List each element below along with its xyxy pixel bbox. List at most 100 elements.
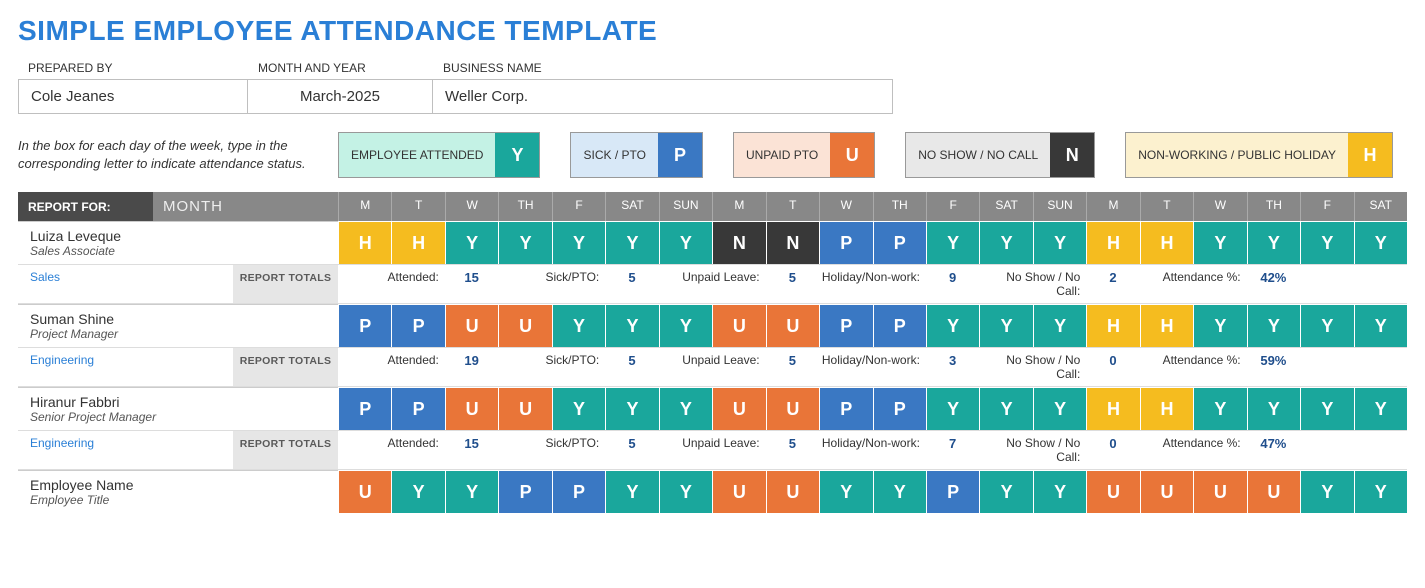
attendance-cell[interactable]: U (712, 387, 765, 430)
attendance-cell[interactable]: Y (552, 304, 605, 347)
total-value-attended: 15 (445, 430, 498, 470)
attendance-cell[interactable]: P (338, 387, 391, 430)
attendance-cell[interactable]: P (819, 304, 872, 347)
attendance-cell[interactable]: Y (1193, 387, 1246, 430)
attendance-cell[interactable]: Y (1033, 221, 1086, 264)
attendance-cell[interactable]: Y (1033, 470, 1086, 513)
attendance-cell[interactable]: H (338, 221, 391, 264)
attendance-cell[interactable]: H (1086, 221, 1139, 264)
attendance-cell[interactable]: N (766, 221, 819, 264)
month-year-label: MONTH AND YEAR (248, 59, 433, 79)
blank-cell (1354, 430, 1407, 470)
attendance-cell[interactable]: H (1140, 304, 1193, 347)
attendance-cell[interactable]: H (1140, 221, 1193, 264)
attendance-cell[interactable]: U (445, 304, 498, 347)
attendance-cell[interactable]: U (1140, 470, 1193, 513)
attendance-cell[interactable]: Y (552, 221, 605, 264)
attendance-cell[interactable]: Y (926, 304, 979, 347)
attendance-cell[interactable]: Y (1300, 304, 1353, 347)
attendance-cell[interactable]: Y (926, 221, 979, 264)
attendance-cell[interactable]: Y (1300, 221, 1353, 264)
month-year-value[interactable]: March-2025 (248, 79, 433, 114)
attendance-cell[interactable]: Y (552, 387, 605, 430)
attendance-cell[interactable]: Y (659, 387, 712, 430)
attendance-cell[interactable]: P (819, 221, 872, 264)
attendance-cell[interactable]: Y (605, 470, 658, 513)
attendance-cell[interactable]: Y (1247, 387, 1300, 430)
attendance-cell[interactable]: P (819, 387, 872, 430)
attendance-cell[interactable]: U (766, 387, 819, 430)
legend-item-N: NO SHOW / NO CALLN (905, 132, 1095, 178)
total-label-unpaid: Unpaid Leave: (659, 264, 766, 304)
attendance-cell[interactable]: Y (1354, 304, 1407, 347)
attendance-cell[interactable]: Y (605, 387, 658, 430)
attendance-cell[interactable]: Y (979, 387, 1032, 430)
attendance-cell[interactable]: Y (1193, 304, 1246, 347)
attendance-cell[interactable]: U (1193, 470, 1246, 513)
blank-cell (1354, 264, 1407, 304)
attendance-cell[interactable]: Y (1193, 221, 1246, 264)
legend-swatch: P (658, 133, 702, 177)
employee-department: Engineering (18, 430, 233, 470)
attendance-cell[interactable]: H (1140, 387, 1193, 430)
attendance-cell[interactable]: H (1086, 387, 1139, 430)
business-name-value[interactable]: Weller Corp. (433, 79, 893, 114)
attendance-cell[interactable]: Y (1033, 387, 1086, 430)
attendance-cell[interactable]: Y (1247, 221, 1300, 264)
attendance-cell[interactable]: P (873, 304, 926, 347)
attendance-cell[interactable]: Y (659, 470, 712, 513)
attendance-cell[interactable]: Y (391, 470, 444, 513)
attendance-cell[interactable]: Y (979, 221, 1032, 264)
attendance-cell[interactable]: P (338, 304, 391, 347)
attendance-cell[interactable]: U (498, 304, 551, 347)
attendance-cell[interactable]: Y (1033, 304, 1086, 347)
attendance-cell[interactable]: Y (659, 221, 712, 264)
attendance-cell[interactable]: Y (1354, 470, 1407, 513)
attendance-cell[interactable]: U (712, 304, 765, 347)
total-value-holiday: 9 (926, 264, 979, 304)
attendance-cell[interactable]: Y (1354, 387, 1407, 430)
attendance-cell[interactable]: U (498, 387, 551, 430)
attendance-cell[interactable]: H (1086, 304, 1139, 347)
attendance-cell[interactable]: Y (659, 304, 712, 347)
day-header: W (1193, 192, 1246, 221)
attendance-cell[interactable]: P (873, 221, 926, 264)
attendance-cell[interactable]: Y (498, 221, 551, 264)
total-value-pct: 59% (1247, 347, 1300, 387)
total-label-attended: Attended: (338, 264, 445, 304)
prepared-by-value[interactable]: Cole Jeanes (18, 79, 248, 114)
blank-cell (1354, 347, 1407, 387)
attendance-cell[interactable]: Y (819, 470, 872, 513)
attendance-cell[interactable]: P (391, 387, 444, 430)
blank-cell (1300, 264, 1353, 304)
attendance-cell[interactable]: Y (1354, 221, 1407, 264)
attendance-cell[interactable]: Y (979, 470, 1032, 513)
attendance-cell[interactable]: U (766, 304, 819, 347)
day-header: T (766, 192, 819, 221)
attendance-cell[interactable]: U (338, 470, 391, 513)
attendance-cell[interactable]: U (766, 470, 819, 513)
attendance-cell[interactable]: Y (926, 387, 979, 430)
attendance-cell[interactable]: Y (605, 221, 658, 264)
attendance-cell[interactable]: Y (1300, 470, 1353, 513)
attendance-cell[interactable]: U (1086, 470, 1139, 513)
attendance-cell[interactable]: P (873, 387, 926, 430)
total-value-noshow: 0 (1086, 347, 1139, 387)
attendance-cell[interactable]: P (552, 470, 605, 513)
attendance-cell[interactable]: Y (873, 470, 926, 513)
attendance-cell[interactable]: P (926, 470, 979, 513)
attendance-cell[interactable]: Y (1300, 387, 1353, 430)
day-header: SAT (979, 192, 1032, 221)
attendance-cell[interactable]: P (391, 304, 444, 347)
attendance-cell[interactable]: U (1247, 470, 1300, 513)
attendance-cell[interactable]: Y (445, 470, 498, 513)
attendance-cell[interactable]: P (498, 470, 551, 513)
attendance-cell[interactable]: U (712, 470, 765, 513)
attendance-cell[interactable]: Y (605, 304, 658, 347)
attendance-cell[interactable]: Y (445, 221, 498, 264)
attendance-cell[interactable]: Y (979, 304, 1032, 347)
attendance-cell[interactable]: U (445, 387, 498, 430)
attendance-cell[interactable]: H (391, 221, 444, 264)
attendance-cell[interactable]: Y (1247, 304, 1300, 347)
attendance-cell[interactable]: N (712, 221, 765, 264)
